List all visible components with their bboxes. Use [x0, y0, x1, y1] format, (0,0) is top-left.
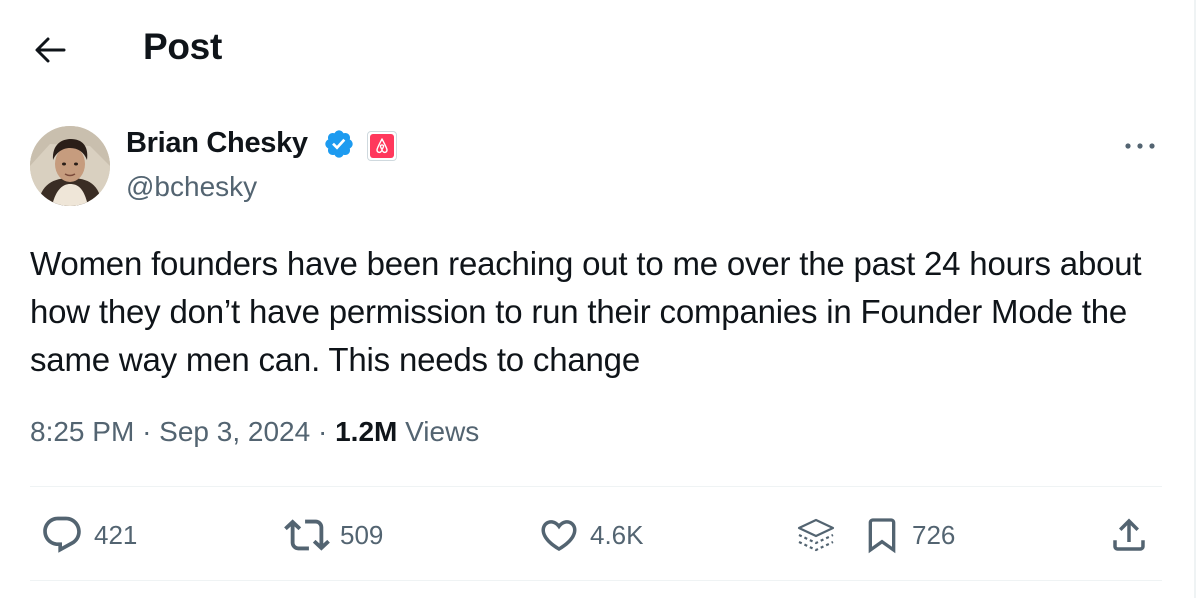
tweet-date[interactable]: Sep 3, 2024 [159, 416, 310, 447]
layers-button[interactable] [795, 510, 837, 560]
layers-icon [797, 518, 835, 552]
verified-badge-icon [325, 130, 353, 158]
airbnb-logo-icon [370, 134, 394, 158]
divider-bottom [30, 580, 1162, 581]
views-count[interactable]: 1.2M [335, 416, 397, 447]
top-bar: Post [0, 0, 1194, 100]
reply-button[interactable]: 421 [40, 510, 137, 560]
tweet-time[interactable]: 8:25 PM [30, 416, 134, 447]
arrow-left-icon [35, 37, 66, 63]
repost-button[interactable]: 509 [284, 510, 383, 560]
like-button[interactable]: 4.6K [538, 510, 644, 560]
meta-separator: · [142, 416, 152, 447]
views-label: Views [405, 416, 480, 447]
like-count: 4.6K [590, 519, 644, 550]
reply-icon [43, 516, 81, 553]
column-border [1194, 0, 1196, 598]
author-name[interactable]: Brian Chesky [126, 127, 308, 160]
divider-top [30, 486, 1162, 487]
heart-icon [541, 520, 577, 552]
tweet-meta: 8:25 PM · Sep 3, 2024 · 1.2M Views [30, 416, 479, 448]
bookmark-count: 726 [912, 519, 956, 550]
reply-count: 421 [94, 519, 138, 550]
airbnb-badge[interactable] [367, 131, 397, 161]
avatar-photo [30, 126, 110, 206]
share-button[interactable] [1108, 510, 1150, 560]
tweet-text: Women founders have been reaching out to… [30, 245, 1142, 378]
back-button[interactable] [28, 30, 72, 70]
meta-separator: · [317, 416, 328, 447]
bookmark-icon [868, 518, 896, 554]
more-options-button[interactable] [1116, 130, 1164, 162]
avatar[interactable] [30, 126, 110, 206]
more-icon [1125, 143, 1155, 149]
page-title: Post [143, 26, 222, 67]
repost-count: 509 [340, 519, 384, 550]
bookmark-button[interactable]: 726 [862, 510, 955, 560]
author-handle[interactable]: @bchesky [126, 171, 257, 203]
repost-icon [284, 519, 330, 551]
share-icon [1113, 518, 1145, 551]
